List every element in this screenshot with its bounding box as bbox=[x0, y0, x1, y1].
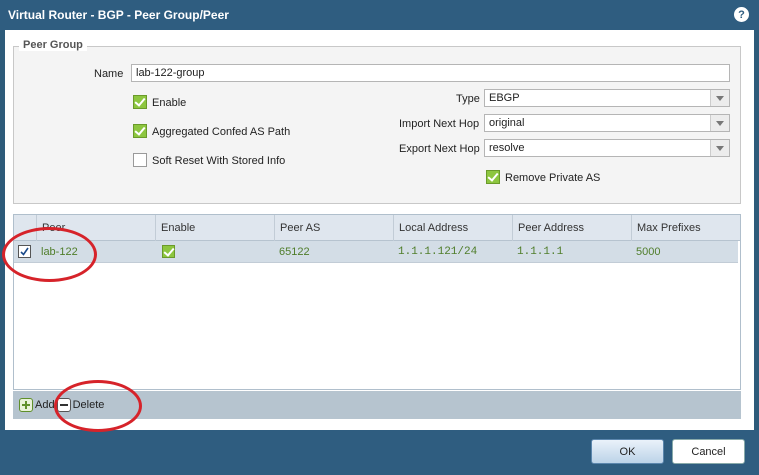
aggregated-confed-checkbox[interactable] bbox=[133, 124, 147, 138]
checkmark-icon bbox=[20, 247, 29, 256]
cell-max-prefixes: 5000 bbox=[636, 246, 661, 258]
chevron-down-icon[interactable] bbox=[710, 140, 729, 156]
column-header-enable[interactable]: Enable bbox=[155, 215, 274, 241]
enable-label: Enable bbox=[152, 97, 187, 109]
export-next-hop-label: Export Next Hop bbox=[399, 143, 480, 155]
dialog-titlebar: Virtual Router - BGP - Peer Group/Peer ? bbox=[0, 0, 759, 30]
export-next-hop-value: resolve bbox=[489, 142, 525, 154]
plus-icon bbox=[19, 398, 33, 412]
cell-local-address: 1.1.1.121/24 bbox=[398, 246, 478, 258]
grid-header: Peer Enable Peer AS Local Address Peer A… bbox=[14, 215, 740, 241]
export-next-hop-select[interactable]: resolve bbox=[484, 139, 730, 157]
ok-button[interactable]: OK bbox=[591, 439, 664, 464]
dialog-body: Name lab-122-group Enable Aggregated Con… bbox=[5, 30, 754, 430]
cancel-button[interactable]: Cancel bbox=[672, 439, 745, 464]
column-header-peer[interactable]: Peer bbox=[36, 215, 155, 241]
dialog-title: Virtual Router - BGP - Peer Group/Peer bbox=[8, 8, 229, 22]
delete-button[interactable]: Delete bbox=[56, 398, 105, 412]
name-label: Name bbox=[94, 68, 124, 80]
add-label: Add bbox=[35, 399, 55, 411]
cell-peer[interactable]: lab-122 bbox=[36, 241, 78, 263]
column-header-peer-as[interactable]: Peer AS bbox=[274, 215, 393, 241]
peer-grid: Peer Enable Peer AS Local Address Peer A… bbox=[13, 214, 741, 390]
cell-enable-checkbox bbox=[162, 245, 175, 258]
delete-label: Delete bbox=[72, 399, 105, 411]
cell-peer-as: 65122 bbox=[279, 246, 310, 258]
name-input[interactable]: lab-122-group bbox=[131, 64, 730, 82]
peer-group-legend: Peer Group bbox=[19, 39, 87, 51]
import-next-hop-select[interactable]: original bbox=[484, 114, 730, 132]
enable-checkbox[interactable] bbox=[133, 95, 147, 109]
select-all-header[interactable] bbox=[14, 215, 36, 241]
chevron-down-icon[interactable] bbox=[710, 90, 729, 106]
chevron-down-icon[interactable] bbox=[710, 115, 729, 131]
import-next-hop-label: Import Next Hop bbox=[399, 118, 480, 130]
remove-private-as-checkbox[interactable] bbox=[486, 170, 500, 184]
soft-reset-checkbox[interactable] bbox=[133, 153, 147, 167]
dialog-footer: OK Cancel bbox=[0, 430, 759, 475]
type-label: Type bbox=[456, 93, 480, 105]
type-select[interactable]: EBGP bbox=[484, 89, 730, 107]
row-select-checkbox[interactable] bbox=[18, 245, 31, 258]
grid-toolbar: Add Delete bbox=[13, 391, 741, 419]
column-header-local-address[interactable]: Local Address bbox=[393, 215, 512, 241]
aggregated-confed-label: Aggregated Confed AS Path bbox=[152, 126, 291, 138]
column-header-peer-address[interactable]: Peer Address bbox=[512, 215, 631, 241]
minus-icon bbox=[56, 398, 71, 412]
type-value: EBGP bbox=[489, 92, 520, 104]
table-row[interactable]: lab-122 65122 1.1.1.121/24 1.1.1.1 5000 bbox=[14, 241, 738, 263]
remove-private-as-label: Remove Private AS bbox=[505, 172, 601, 184]
cell-peer-address: 1.1.1.1 bbox=[517, 246, 564, 258]
soft-reset-label: Soft Reset With Stored Info bbox=[152, 155, 286, 167]
help-icon[interactable]: ? bbox=[734, 7, 749, 22]
column-header-max-prefixes[interactable]: Max Prefixes bbox=[631, 215, 740, 241]
import-next-hop-value: original bbox=[489, 117, 525, 129]
add-button[interactable]: Add bbox=[19, 398, 55, 412]
peer-group-fieldset: Name lab-122-group Enable Aggregated Con… bbox=[13, 46, 741, 204]
